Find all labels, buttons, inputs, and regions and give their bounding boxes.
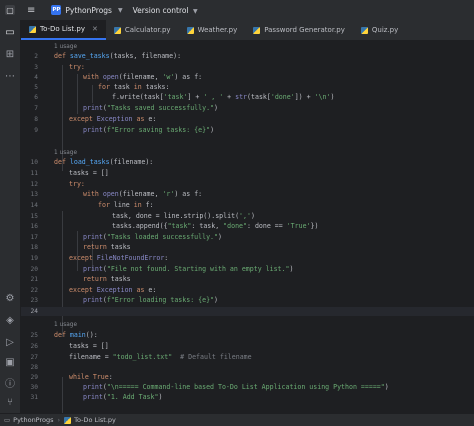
code-line[interactable]: 22 except Exception as e: (21, 286, 474, 295)
breadcrumb-project[interactable]: PythonProgs (13, 416, 53, 424)
code-line[interactable]: 4 with open(filename, 'w') as f: (21, 73, 474, 82)
tab-quiz[interactable]: Quiz.py (353, 20, 406, 40)
python-file-icon (253, 26, 261, 34)
project-name: PythonProgs (65, 5, 112, 15)
status-bar: ▭ PythonProgs › To-Do List.py (0, 413, 474, 426)
structure-icon[interactable]: ⊞ (4, 48, 16, 60)
code-line[interactable]: 5 for task in tasks: (21, 83, 474, 92)
python-file-icon (29, 25, 36, 33)
code-line[interactable]: 9 print(f"Error saving tasks: {e}") (21, 126, 474, 135)
code-line[interactable]: 20 print("File not found. Starting with a… (21, 265, 474, 274)
python-file-icon (186, 26, 194, 34)
code-line[interactable]: 13 with open(filename, 'r') as f: (21, 190, 474, 199)
code-line[interactable]: 28 (21, 363, 474, 372)
git-icon[interactable]: ⑂ (4, 396, 16, 408)
code-line[interactable]: 7 print("Tasks saved successfully.") (21, 104, 474, 113)
tab-label: Password Generator.py (264, 26, 345, 34)
code-line[interactable]: 17 print("Tasks loaded successfully.") (21, 233, 474, 242)
more-tools-icon[interactable]: ⋯ (4, 70, 16, 82)
code-line[interactable]: 16 tasks.append({"task": task, "done": do… (21, 222, 474, 231)
code-line[interactable]: 10 def load_tasks(filename): (21, 158, 474, 167)
left-tool-strip: ▭ ⊞ ⋯ ⚙ ◈ ▷ ▣ ⓘ ⑂ (0, 20, 21, 413)
python-file-icon (113, 26, 121, 34)
code-line[interactable]: 21 return tasks (21, 275, 474, 284)
tab-todo-list[interactable]: To-Do List.py ✕ (21, 20, 106, 40)
python-file-icon (64, 416, 72, 424)
breadcrumb-file[interactable]: To-Do List.py (74, 416, 116, 424)
tab-label: Weather.py (197, 26, 238, 34)
usage-hint[interactable]: 1 usage (21, 321, 474, 330)
plugins-icon[interactable]: ⚙ (4, 292, 16, 304)
tab-password-generator[interactable]: Password Generator.py (245, 20, 353, 40)
editor-tabs: To-Do List.py ✕ Calculator.py Weather.py… (21, 20, 474, 41)
folder-icon: ▭ (4, 416, 11, 424)
tab-weather[interactable]: Weather.py (179, 20, 246, 40)
code-line[interactable]: 3 try: (21, 63, 474, 72)
project-badge: PP (51, 5, 62, 15)
code-line[interactable]: 12 try: (21, 180, 474, 189)
terminal-icon[interactable]: ▣ (4, 356, 16, 368)
code-line[interactable]: 15 task, done = line.strip().split(',') (21, 212, 474, 221)
run-icon[interactable]: ▷ (4, 336, 16, 348)
tab-label: Quiz.py (371, 26, 399, 34)
current-line[interactable]: 24 (21, 307, 474, 316)
python-file-icon (360, 26, 368, 34)
app-menu-icon[interactable]: ▢ (5, 5, 15, 15)
code-line[interactable]: 6 f.write(task['task'] + ' , ' + str(task… (21, 93, 474, 102)
code-line[interactable]: 30 print("\n===== Command-line based To-D… (21, 383, 474, 392)
close-icon[interactable]: ✕ (92, 25, 98, 33)
code-line[interactable]: 27 filename = "todo_list.txt" # Default f… (21, 353, 474, 362)
tab-label: Calculator.py (124, 26, 171, 34)
code-line[interactable]: 26 tasks = [] (21, 342, 474, 351)
usage-hint[interactable]: 1 usage (21, 43, 474, 52)
code-line[interactable]: 31 print("1. Add Task") (21, 393, 474, 402)
hamburger-menu-icon[interactable]: ≡ (27, 5, 35, 16)
tab-label: To-Do List.py (40, 25, 85, 33)
tab-calculator[interactable]: Calculator.py (106, 20, 179, 40)
usage-hint[interactable]: 1 usage (21, 149, 474, 158)
breadcrumb-separator-icon: › (57, 416, 61, 424)
project-switcher[interactable]: PP PythonProgs ▼ (51, 5, 123, 15)
code-line[interactable]: 23 print(f"Error loading tasks: {e}") (21, 296, 474, 305)
version-control-menu[interactable]: Version control ▼ (133, 6, 198, 15)
layers-icon[interactable]: ◈ (4, 314, 16, 326)
project-folder-icon[interactable]: ▭ (4, 26, 16, 38)
chevron-down-icon: ▼ (117, 6, 123, 14)
code-line[interactable]: 29 while True: (21, 373, 474, 382)
problems-icon[interactable]: ⓘ (4, 376, 16, 390)
code-line[interactable]: 11 tasks = [] (21, 169, 474, 178)
version-control-label: Version control (132, 5, 189, 15)
code-editor[interactable]: 1 usage 2 def save_tasks(tasks, filename)… (21, 41, 474, 413)
code-line[interactable]: 25 def main(): (21, 331, 474, 340)
code-line[interactable]: 14 for line in f: (21, 201, 474, 210)
code-line[interactable]: 18 return tasks (21, 243, 474, 252)
code-line[interactable]: 8 except Exception as e: (21, 115, 474, 124)
chevron-down-icon: ▼ (192, 7, 198, 15)
code-line[interactable]: 2 def save_tasks(tasks, filename): (21, 52, 474, 61)
code-line[interactable]: 19 except FileNotFoundError: (21, 254, 474, 263)
title-bar: ▢ ≡ PP PythonProgs ▼ Version control ▼ (0, 0, 474, 20)
